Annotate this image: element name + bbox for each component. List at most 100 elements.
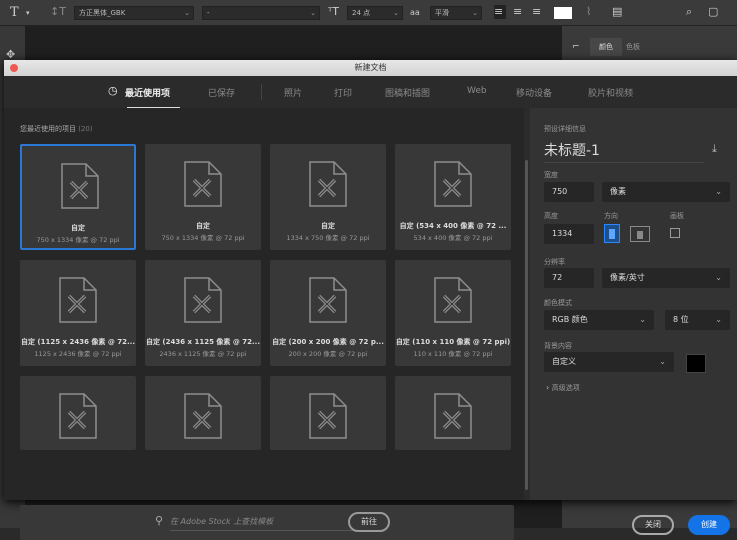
tab-film[interactable]: 胶片和视频 [588,86,633,99]
item-size: 750 x 1334 像素 @ 72 ppi [36,236,120,244]
tab-color[interactable]: 颜色 [590,38,622,56]
recent-item[interactable]: 自定 (1125 x 2436 像素 @ 72... 1125 x 2436 像素… [20,260,136,366]
dialog-titlebar: 新建文档 [4,60,737,76]
item-name: 自定 [71,224,85,232]
resolution-unit-select[interactable]: 像素/英寸 ⌄ [602,268,730,288]
item-size: 534 x 400 像素 @ 72 ppi [413,234,493,242]
chevron-down-icon[interactable]: ▾ [26,9,30,17]
go-button[interactable]: 前往 [348,512,390,532]
recent-item[interactable] [395,376,511,450]
font-size-select[interactable]: 24 点 ⌄ [347,6,403,20]
chevron-down-icon: ⌄ [715,187,722,196]
bit-depth-select[interactable]: 8 位 ⌄ [665,310,730,330]
document-icon [184,277,222,323]
create-button[interactable]: 创建 [688,515,730,535]
workspace-icon[interactable]: ▢ [708,5,718,18]
recent-item[interactable]: 自定 1334 x 750 像素 @ 72 ppi [270,144,386,250]
background-select[interactable]: 自定义 ⌄ [544,352,674,372]
align-right-icon[interactable]: ≡ [532,5,541,18]
divider [261,84,262,100]
item-size: 110 x 110 像素 @ 72 ppi [413,350,493,358]
recent-item[interactable]: 自定 (110 x 110 像素 @ 72 ppi) 110 x 110 像素 @… [395,260,511,366]
document-icon [61,163,99,209]
item-name: 自定 [196,222,210,230]
scrollbar[interactable] [525,160,528,490]
chevron-down-icon: ⌄ [639,315,646,324]
stock-search-bar: ⚲ 在 Adobe Stock 上查找模板 前往 [20,505,514,540]
align-center-icon[interactable]: ≡ [513,5,522,18]
character-panel-icon[interactable]: ▤ [612,5,622,18]
tab-saved[interactable]: 已保存 [208,86,235,99]
document-icon [184,393,222,439]
preset-details-panel: 预设详细信息 未标题-1 ⤓ 宽度 750 像素 ⌄ 高度 方向 画板 1334 … [530,108,737,535]
panel-icon[interactable]: ⌐ [572,42,580,52]
document-icon [184,161,222,207]
item-size: 750 x 1334 像素 @ 72 ppi [161,234,245,242]
search-icon: ⚲ [155,514,164,527]
tab-mobile[interactable]: 移动设备 [516,86,552,99]
type-tool-icon[interactable]: T [10,5,19,20]
chevron-down-icon: ⌄ [715,273,722,282]
background-color-swatch[interactable] [686,354,706,373]
search-icon[interactable]: ⌕ [686,5,692,19]
save-preset-icon[interactable]: ⤓ [712,142,717,156]
recent-item[interactable]: 自定 (200 x 200 像素 @ 72 p... 200 x 200 像素 @… [270,260,386,366]
item-size: 1334 x 750 像素 @ 72 ppi [286,234,370,242]
document-icon [434,393,472,439]
antialias-select[interactable]: 平滑 ⌄ [430,6,482,20]
artboard-checkbox[interactable] [670,228,680,238]
item-size: 2436 x 1125 像素 @ 72 ppi [159,350,247,358]
options-toolbar: T ▾ ↕T 方正黑体_GBK ⌄ - ⌄ ᵀT 24 点 ⌄ aa 平滑 ⌄ ≡ ≡ … [0,0,737,26]
tab-art[interactable]: 图稿和插图 [385,86,430,99]
resolution-input[interactable]: 72 [544,268,594,288]
recent-item[interactable]: 自定 750 x 1334 像素 @ 72 ppi [20,144,136,250]
tab-swatches[interactable]: 色板 [626,38,640,56]
align-left-icon[interactable]: ≡ [494,5,506,19]
warp-text-icon[interactable]: ⌇ [586,5,591,18]
stock-search-input[interactable]: 在 Adobe Stock 上查找模板 [170,515,360,531]
width-input[interactable]: 750 [544,182,594,202]
document-icon [309,161,347,207]
recent-item[interactable]: 自定 750 x 1334 像素 @ 72 ppi [145,144,261,250]
recent-item[interactable]: 自定 (534 x 400 像素 @ 72 ... 534 x 400 像素 @ … [395,144,511,250]
item-name: 自定 (2436 x 1125 像素 @ 72... [145,338,261,346]
chevron-down-icon: ⌄ [659,357,666,366]
resolution-label: 分辨率 [544,258,565,266]
portrait-button[interactable] [604,224,620,243]
document-icon [59,277,97,323]
font-style-select[interactable]: - ⌄ [202,6,320,20]
clock-icon: ◷ [108,84,118,97]
new-document-dialog: 新建文档 ◷ 最近使用项 已保存 照片 打印 图稿和插图 Web 移动设备 胶片… [4,60,737,540]
height-input[interactable]: 1334 [544,224,594,244]
recent-item[interactable]: 自定 (2436 x 1125 像素 @ 72... 2436 x 1125 像素… [145,260,261,366]
document-icon [309,277,347,323]
item-size: 1125 x 2436 像素 @ 72 ppi [34,350,122,358]
color-mode-select[interactable]: RGB 颜色 ⌄ [544,310,654,330]
preset-tabs: ◷ 最近使用项 已保存 照片 打印 图稿和插图 Web 移动设备 胶片和视频 [4,76,737,109]
recent-heading: 您最近使用的项目 (20) [20,125,93,133]
recent-item[interactable] [270,376,386,450]
advanced-options-toggle[interactable]: › 高级选项 [546,383,580,393]
item-name: 自定 (534 x 400 像素 @ 72 ... [399,222,507,230]
item-name: 自定 [321,222,335,230]
tab-web[interactable]: Web [467,86,487,96]
tab-recent[interactable]: 最近使用项 [125,86,170,99]
chevron-down-icon: ⌄ [715,315,722,324]
close-button[interactable]: 关闭 [632,515,674,535]
item-name: 自定 (110 x 110 像素 @ 72 ppi) [395,338,511,346]
recent-item[interactable] [145,376,261,450]
item-name: 自定 (1125 x 2436 像素 @ 72... [20,338,136,346]
width-label: 宽度 [544,171,558,179]
recent-item[interactable] [20,376,136,450]
width-unit-select[interactable]: 像素 ⌄ [602,182,730,202]
vertical-type-icon[interactable]: ↕T [50,5,66,18]
tab-print[interactable]: 打印 [334,86,352,99]
font-family-select[interactable]: 方正黑体_GBK ⌄ [74,6,194,20]
document-name-input[interactable]: 未标题-1 [544,140,704,163]
text-color-swatch[interactable] [554,7,572,19]
landscape-button[interactable] [630,226,650,242]
tab-photo[interactable]: 照片 [284,86,302,99]
document-icon [59,393,97,439]
item-size: 200 x 200 像素 @ 72 ppi [288,350,368,358]
close-window-button[interactable] [10,64,18,72]
